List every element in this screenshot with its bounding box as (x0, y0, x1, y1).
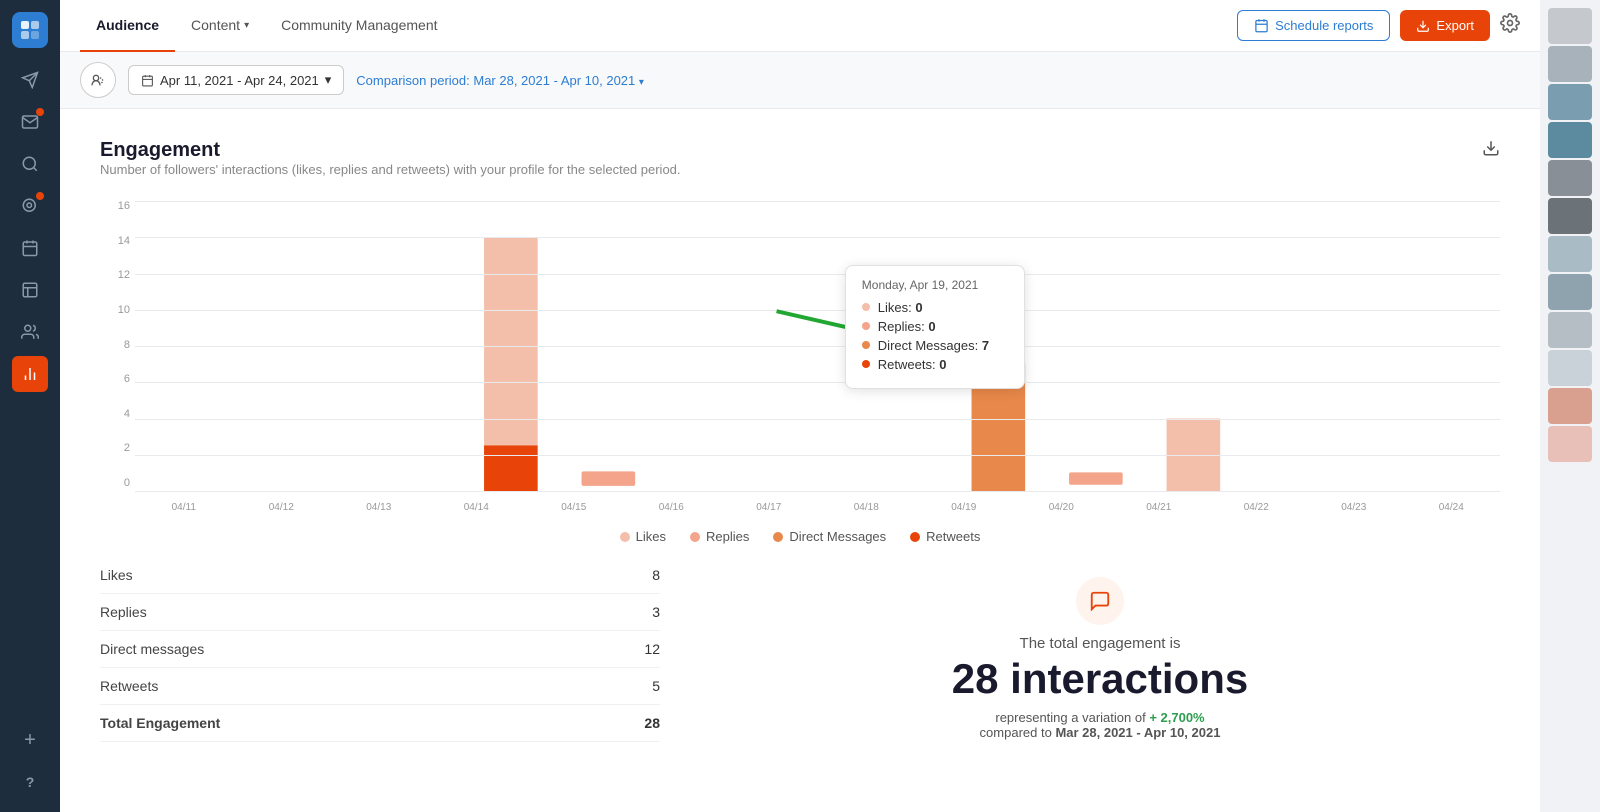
tooltip-date: Monday, Apr 19, 2021 (862, 278, 1008, 292)
stats-row-replies: Replies 3 (100, 594, 660, 631)
main-area: Audience Content ▾ Community Management … (60, 0, 1540, 812)
stats-bottom: Likes 8 Replies 3 Direct messages 12 Ret… (100, 557, 1500, 760)
sidebar-item-discover[interactable] (12, 188, 48, 224)
settings-button[interactable] (1500, 13, 1520, 38)
sidebar-item-inbox[interactable] (12, 104, 48, 140)
download-chart-button[interactable] (1482, 139, 1500, 162)
stats-row-retweets: Retweets 5 (100, 668, 660, 705)
tooltip-row-replies: Replies: 0 (862, 319, 1008, 334)
engagement-section: Engagement Number of followers' interact… (100, 139, 1500, 760)
legend-likes-dot (620, 532, 630, 542)
schedule-reports-button[interactable]: Schedule reports (1237, 10, 1390, 41)
legend-dm-dot (773, 532, 783, 542)
color-swatch-12 (1548, 426, 1592, 462)
tooltip-replies-dot (862, 322, 870, 330)
sidebar-dark: + ? (0, 0, 60, 812)
chart-tooltip: Monday, Apr 19, 2021 Likes: 0 Replies: 0 (845, 265, 1025, 389)
color-swatch-6 (1548, 198, 1592, 234)
summary-subtitle: representing a variation of + 2,700% com… (980, 710, 1221, 740)
sidebar-bottom: + ? (12, 722, 48, 800)
color-swatch-11 (1548, 388, 1592, 424)
comparison-date-ref: Mar 28, 2021 - Apr 10, 2021 (1055, 725, 1220, 740)
stats-row-dm: Direct messages 12 (100, 631, 660, 668)
comparison-chevron-icon: ▾ (639, 77, 644, 88)
export-button[interactable]: Export (1400, 10, 1490, 41)
section-header: Engagement Number of followers' interact… (100, 139, 1500, 197)
stats-row-likes: Likes 8 (100, 557, 660, 594)
color-swatch-7 (1548, 236, 1592, 272)
section-title: Engagement (100, 139, 681, 162)
sidebar-item-calendar[interactable] (12, 230, 48, 266)
legend-retweets: Retweets (910, 529, 980, 544)
chart-plot-area: Monday, Apr 19, 2021 Likes: 0 Replies: 0 (135, 201, 1500, 491)
tab-community[interactable]: Community Management (265, 0, 453, 52)
date-range-picker[interactable]: Apr 11, 2021 - Apr 24, 2021 ▾ (128, 65, 344, 95)
sidebar-help-button[interactable]: ? (12, 764, 48, 800)
color-swatch-8 (1548, 274, 1592, 310)
nav-actions: Schedule reports Export (1237, 10, 1520, 41)
color-swatch-5 (1548, 160, 1592, 196)
section-title-group: Engagement Number of followers' interact… (100, 139, 681, 197)
top-navigation: Audience Content ▾ Community Management … (60, 0, 1540, 52)
tab-audience[interactable]: Audience (80, 0, 175, 52)
tooltip-retweets-dot (862, 360, 870, 368)
discover-badge (36, 192, 44, 200)
color-swatch-4 (1548, 122, 1592, 158)
engagement-summary-card: The total engagement is 28 interactions … (700, 557, 1500, 760)
x-axis: 04/11 04/12 04/13 04/14 04/15 04/16 04/1… (135, 493, 1500, 521)
app-logo[interactable] (12, 12, 48, 48)
profile-selector-button[interactable] (80, 62, 116, 98)
stats-row-total: Total Engagement 28 (100, 705, 660, 742)
date-picker-chevron-icon: ▾ (325, 72, 332, 88)
chart-legend: Likes Replies Direct Messages Retweets (100, 521, 1500, 552)
sidebar-item-team[interactable] (12, 314, 48, 350)
sidebar-item-search[interactable] (12, 146, 48, 182)
sidebar-item-schedule[interactable] (12, 272, 48, 308)
legend-replies: Replies (690, 529, 749, 544)
color-swatch-9 (1548, 312, 1592, 348)
tooltip-row-retweets: Retweets: 0 (862, 357, 1008, 372)
legend-retweets-dot (910, 532, 920, 542)
engagement-chart-container: 16 14 12 10 8 6 4 2 0 (100, 201, 1500, 541)
legend-replies-dot (690, 532, 700, 542)
tab-content[interactable]: Content ▾ (175, 0, 265, 52)
inbox-badge (36, 108, 44, 116)
comparison-date[interactable]: Mar 28, 2021 - Apr 10, 2021 (473, 73, 635, 88)
tooltip-row-dm: Direct Messages: 7 (862, 338, 1008, 353)
summary-number: 28 interactions (952, 656, 1248, 702)
color-swatch-3 (1548, 84, 1592, 120)
tooltip-dm-dot (862, 341, 870, 349)
engagement-stats-table: Likes 8 Replies 3 Direct messages 12 Ret… (100, 557, 660, 760)
color-swatches-sidebar (1540, 0, 1600, 812)
sidebar-add-button[interactable]: + (12, 722, 48, 758)
summary-intro-text: The total engagement is (1020, 635, 1181, 652)
color-swatch-1 (1548, 8, 1592, 44)
comparison-period-label: Comparison period: Mar 28, 2021 - Apr 10… (356, 73, 644, 88)
tooltip-row-likes: Likes: 0 (862, 300, 1008, 315)
sidebar-item-compose[interactable] (12, 62, 48, 98)
sidebar-item-analytics[interactable] (12, 356, 48, 392)
legend-likes: Likes (620, 529, 666, 544)
section-description: Number of followers' interactions (likes… (100, 162, 681, 177)
y-axis: 16 14 12 10 8 6 4 2 0 (100, 201, 130, 491)
color-swatch-2 (1548, 46, 1592, 82)
tooltip-likes-dot (862, 303, 870, 311)
legend-dm: Direct Messages (773, 529, 886, 544)
summary-chat-icon (1076, 577, 1124, 625)
filter-bar: Apr 11, 2021 - Apr 24, 2021 ▾ Comparison… (60, 52, 1540, 109)
content-area: Engagement Number of followers' interact… (60, 109, 1540, 812)
variation-value: + 2,700% (1149, 710, 1204, 725)
content-chevron-icon: ▾ (244, 20, 249, 31)
color-swatch-10 (1548, 350, 1592, 386)
